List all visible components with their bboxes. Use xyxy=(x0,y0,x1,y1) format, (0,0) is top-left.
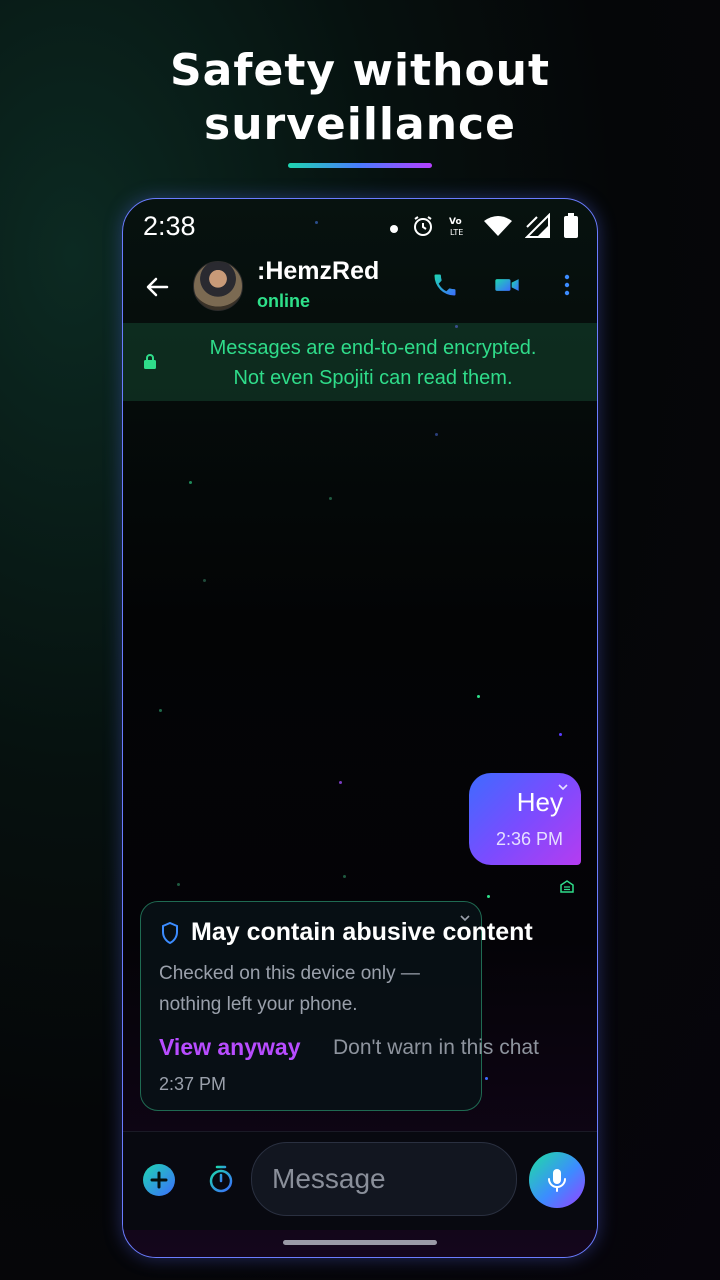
particle-dot xyxy=(329,497,332,500)
particle-dot xyxy=(339,781,342,784)
particle-dot xyxy=(487,895,490,898)
dont-warn-button[interactable]: Don't warn in this chat xyxy=(333,1036,539,1060)
warning-body: Checked on this device only — nothing le… xyxy=(159,958,489,1020)
delivered-icon xyxy=(559,878,575,897)
timer-icon[interactable] xyxy=(207,1164,235,1198)
volte-icon: Vo LTE xyxy=(447,214,471,242)
message-input[interactable]: Message xyxy=(251,1142,517,1216)
message-composer: Message xyxy=(123,1131,597,1230)
particle-dot xyxy=(189,481,192,484)
headline-underline xyxy=(288,163,432,168)
plus-icon xyxy=(150,1171,168,1189)
status-time: 2:38 xyxy=(143,211,196,241)
phone-icon[interactable] xyxy=(431,271,459,303)
alarm-icon xyxy=(411,214,435,242)
warning-time: 2:37 PM xyxy=(159,1074,227,1094)
avatar[interactable] xyxy=(193,261,243,311)
mic-button[interactable] xyxy=(529,1152,585,1208)
particle-dot xyxy=(485,1077,488,1080)
lock-icon xyxy=(143,353,157,373)
more-icon[interactable] xyxy=(555,271,579,303)
particle-dot xyxy=(477,695,480,698)
notification-dot-icon xyxy=(389,219,399,238)
signal-icon xyxy=(524,212,551,243)
video-icon[interactable] xyxy=(493,271,521,303)
shield-icon xyxy=(161,921,179,948)
contact-status: online xyxy=(257,291,310,311)
svg-text:Vo: Vo xyxy=(449,217,462,227)
phone-frame: 2:38 Vo LTE :HemzRed online Messages are… xyxy=(122,198,598,1258)
status-bar: 2:38 Vo LTE xyxy=(123,199,597,255)
warning-body-line-1: Checked on this device only — xyxy=(159,963,420,984)
outgoing-message-bubble[interactable]: Hey 2:36 PM xyxy=(469,773,581,865)
particle-dot xyxy=(343,875,346,878)
encryption-banner[interactable]: Messages are end-to-end encrypted. Not e… xyxy=(123,323,597,401)
wifi-icon xyxy=(483,214,513,242)
view-anyway-button[interactable]: View anyway xyxy=(159,1034,301,1061)
particle-dot xyxy=(435,433,438,436)
encryption-text: Messages are end-to-end encrypted. Not e… xyxy=(173,333,573,393)
abuse-warning-card: May contain abusive content Checked on t… xyxy=(140,901,539,1111)
mic-icon xyxy=(548,1169,566,1192)
back-arrow-icon[interactable] xyxy=(143,273,171,301)
battery-icon xyxy=(563,213,579,243)
contact-name[interactable]: :HemzRed xyxy=(257,257,379,286)
headline-line-2: surveillance xyxy=(204,99,516,150)
particle-dot xyxy=(203,579,206,582)
particle-dot xyxy=(177,883,180,886)
message-time: 2:36 PM xyxy=(495,829,563,849)
chat-header: :HemzRed online xyxy=(123,255,597,323)
headline-line-1: Safety without xyxy=(169,45,551,96)
encryption-line-2: Not even Spojiti can read them. xyxy=(233,367,513,389)
attach-button[interactable] xyxy=(143,1164,175,1196)
warning-body-line-2: nothing left your phone. xyxy=(159,994,358,1015)
headline: Safety without surveillance xyxy=(0,44,720,152)
status-icons: Vo LTE xyxy=(389,212,579,243)
svg-text:LTE: LTE xyxy=(450,228,463,237)
home-indicator[interactable] xyxy=(283,1240,437,1245)
encryption-line-1: Messages are end-to-end encrypted. xyxy=(209,337,537,359)
message-text: Hey xyxy=(516,787,563,817)
warning-title: May contain abusive content xyxy=(191,918,533,946)
particle-dot xyxy=(559,733,562,736)
particle-dot xyxy=(159,709,162,712)
